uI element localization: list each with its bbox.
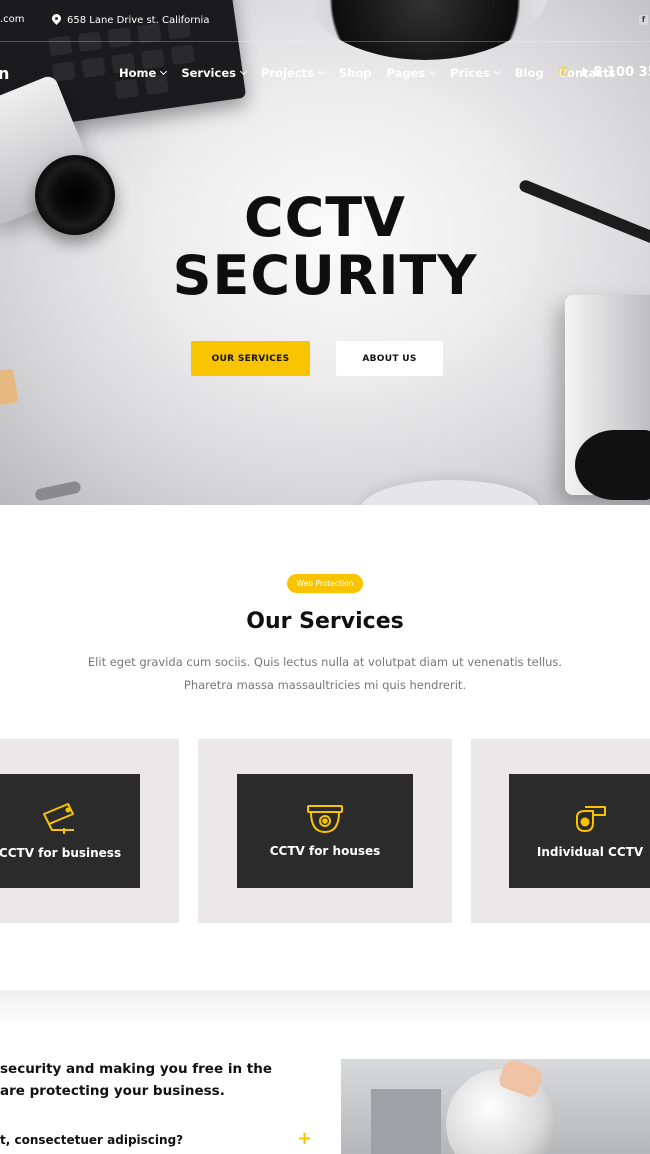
wrench-image [34, 480, 82, 502]
faq-question[interactable]: t, consectetuer adipiscing? [0, 1133, 183, 1147]
about-heading-line2: are protecting your business. [0, 1083, 225, 1099]
service-card-business[interactable]: CCTV for business [0, 739, 179, 923]
top-bar: .com 658 Lane Drive st. California f [0, 0, 650, 42]
address: 658 Lane Drive st. California [52, 14, 209, 26]
main-nav: Home Services Projects Shop Pages Prices… [119, 66, 631, 80]
dome-camera-icon [307, 805, 343, 834]
camera-lens-right-image [575, 430, 650, 500]
email-link[interactable]: .com [0, 14, 25, 25]
phone-icon: ✆ [558, 65, 569, 80]
ptz-camera-icon [576, 806, 606, 832]
services-title: Our Services [246, 609, 404, 634]
address-text: 658 Lane Drive st. California [67, 14, 210, 26]
chevron-down-icon [160, 67, 168, 76]
service-card-individual[interactable]: Individual CCTV [471, 739, 650, 923]
about-heading-line1: security and making you free in the [0, 1061, 272, 1077]
network-connector-image [0, 368, 19, 406]
facebook-icon[interactable]: f [639, 15, 648, 25]
service-card-label: CCTV for houses [269, 844, 381, 858]
security-camera-icon [43, 803, 74, 834]
nav-item-pages[interactable]: Pages [386, 66, 437, 80]
service-card-label: Individual CCTV [536, 845, 644, 859]
service-card-inner: CCTV for business [0, 774, 140, 888]
chevron-down-icon [493, 67, 501, 76]
our-services-button[interactable]: OUR SERVICES [191, 341, 310, 376]
nav-item-services[interactable]: Services [181, 66, 248, 80]
installer-photo [341, 1059, 650, 1154]
section-divider [0, 990, 650, 1030]
nav-item-blog[interactable]: Blog [515, 66, 544, 80]
photo-panel [371, 1089, 441, 1154]
service-card-inner: Individual CCTV [509, 774, 650, 888]
hero-title-line2: SECURITY [172, 244, 478, 307]
dome-base-image [360, 480, 540, 505]
phone-number: + 8 100 354 [578, 65, 650, 80]
nav-item-shop[interactable]: Shop [339, 66, 372, 80]
site-logo[interactable]: n [0, 64, 9, 83]
hero-title-line1: CCTV [244, 186, 406, 249]
phone-link[interactable]: ✆ + 8 100 354 [558, 65, 650, 80]
service-card-label: CCTV for business [0, 846, 122, 860]
hero-section: .com 658 Lane Drive st. California f n H… [0, 0, 650, 505]
chevron-down-icon [239, 67, 248, 76]
services-description-line2: Pharetra massa massaultricies mi quis he… [183, 678, 467, 692]
section-badge: Web Protection [287, 574, 363, 593]
nav-item-projects[interactable]: Projects [261, 66, 325, 80]
about-us-button[interactable]: ABOUT US [336, 341, 443, 376]
service-card-houses[interactable]: CCTV for houses [198, 739, 452, 923]
services-description-line1: Elit eget gravida cum sociis. Quis lectu… [87, 655, 563, 669]
nav-item-home[interactable]: Home [119, 66, 168, 80]
service-card-inner: CCTV for houses [237, 774, 413, 888]
chevron-down-icon [317, 67, 325, 76]
nav-item-prices[interactable]: Prices [450, 66, 501, 80]
location-pin-icon [52, 14, 61, 26]
chevron-down-icon [429, 67, 437, 76]
expand-plus-icon[interactable]: + [297, 1128, 312, 1149]
